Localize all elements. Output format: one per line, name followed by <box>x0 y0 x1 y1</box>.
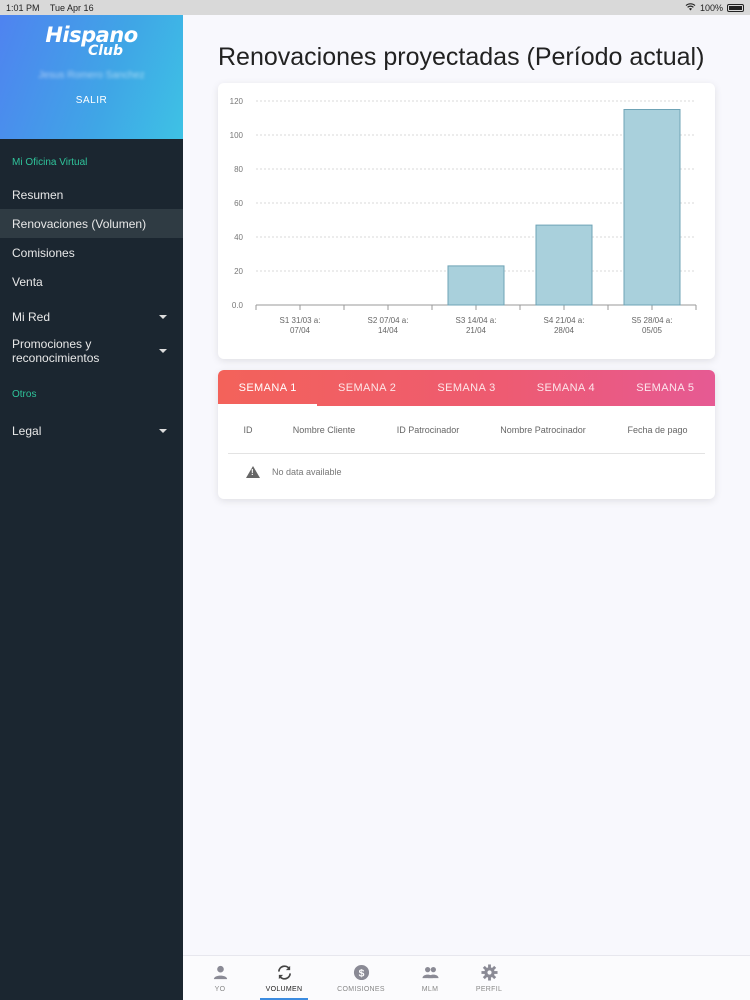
tab-semana-5[interactable]: SEMANA 5 <box>616 370 715 406</box>
page-title: Renovaciones proyectadas (Período actual… <box>218 43 705 71</box>
x-tick-label: 07/04 <box>290 326 311 335</box>
nav-mlm[interactable]: MLM <box>400 956 460 1000</box>
main-content: Renovaciones proyectadas (Período actual… <box>183 15 750 955</box>
status-time: 1:01 PM <box>6 2 40 13</box>
tab-semana-3[interactable]: SEMANA 3 <box>417 370 516 406</box>
nav-label: MLM <box>421 986 439 993</box>
sidebar-item-label: Venta <box>12 274 43 289</box>
section-otros: Otros <box>12 389 37 400</box>
gear-icon <box>480 964 498 981</box>
sidebar-item-venta[interactable]: Venta <box>0 267 183 296</box>
bar <box>623 109 681 306</box>
battery-icon <box>727 3 744 12</box>
column-header-fecha-pago[interactable]: Fecha de pago <box>610 425 705 435</box>
warning-icon <box>246 465 260 478</box>
sidebar-header: Hispano Club Jesus Romero Sanchez SALIR <box>0 15 183 139</box>
nav-label: YO <box>214 986 226 993</box>
nav-label: PERFIL <box>475 986 503 993</box>
battery-percent: 100% <box>699 2 723 13</box>
nav-volumen[interactable]: VOLUMEN <box>254 956 314 1000</box>
x-tick-label: 05/05 <box>642 326 663 335</box>
nav-perfil[interactable]: PERFIL <box>459 956 519 1000</box>
nav-label: COMISIONES <box>337 986 385 993</box>
wifi-icon <box>685 2 696 13</box>
empty-state: No data available <box>218 454 715 489</box>
week-tabs: SEMANA 1 SEMANA 2 SEMANA 3 SEMANA 4 SEMA… <box>218 370 715 406</box>
y-tick-label: 120 <box>230 97 244 106</box>
chevron-down-icon <box>159 428 167 433</box>
sidebar-item-renovaciones[interactable]: Renovaciones (Volumen) <box>0 209 183 238</box>
y-tick-label: 100 <box>230 131 244 140</box>
logo: Hispano Club <box>45 25 138 59</box>
y-tick-label: 0.0 <box>232 301 244 310</box>
logout-button[interactable]: SALIR <box>76 95 107 106</box>
dollar-icon: $ <box>353 964 369 981</box>
svg-text:$: $ <box>358 968 364 979</box>
nav-comisiones[interactable]: $ COMISIONES <box>331 956 391 1000</box>
x-tick-label: S5 28/04 a: <box>632 316 673 325</box>
sidebar-item-mi-red[interactable]: Mi Red <box>0 302 183 331</box>
sidebar-item-legal[interactable]: Legal <box>0 416 183 445</box>
sidebar-item-label: Renovaciones (Volumen) <box>12 216 147 231</box>
tab-semana-4[interactable]: SEMANA 4 <box>516 370 615 406</box>
column-header-id-patrocinador[interactable]: ID Patrocinador <box>380 425 476 435</box>
nav-label: VOLUMEN <box>265 986 303 993</box>
tab-semana-1[interactable]: SEMANA 1 <box>218 370 318 406</box>
y-tick-label: 80 <box>234 165 243 174</box>
x-tick-label: S2 07/04 a: <box>368 316 409 325</box>
chevron-down-icon <box>159 349 167 353</box>
bar-chart: 0.0 20 40 60 80 100 120 S1 31/03 a:07/04 S2 07/0… <box>230 97 697 335</box>
sidebar-item-label: Comisiones <box>12 245 75 260</box>
column-header-id[interactable]: ID <box>228 425 268 435</box>
sidebar-item-label: Mi Red <box>12 309 51 324</box>
empty-message: No data available <box>272 466 342 477</box>
sidebar-item-label: Promociones y reconocimientos <box>12 337 100 365</box>
y-tick-label: 20 <box>234 267 243 276</box>
x-tick-label: S4 21/04 a: <box>544 316 585 325</box>
table-header: ID Nombre Cliente ID Patrocinador Nombre… <box>228 406 705 454</box>
tab-semana-2[interactable]: SEMANA 2 <box>317 370 416 406</box>
x-tick-label: S1 31/03 a: <box>280 316 321 325</box>
bottom-nav: YO VOLUMEN $ COMISIONES MLM PERFIL <box>183 955 750 1000</box>
group-icon <box>421 967 439 979</box>
column-header-nombre-cliente[interactable]: Nombre Cliente <box>268 425 380 435</box>
weeks-card: SEMANA 1 SEMANA 2 SEMANA 3 SEMANA 4 SEMA… <box>218 370 715 499</box>
sidebar-item-label: Resumen <box>12 187 64 202</box>
sidebar-item-label: Legal <box>12 423 42 438</box>
x-tick-label: 28/04 <box>554 326 575 335</box>
refresh-icon <box>277 965 291 980</box>
x-tick-label: 14/04 <box>378 326 399 335</box>
user-name: Jesus Romero Sanchez <box>38 70 145 81</box>
sidebar-item-resumen[interactable]: Resumen <box>0 180 183 209</box>
x-tick-label: S3 14/04 a: <box>456 316 497 325</box>
chevron-down-icon <box>159 314 167 319</box>
sidebar-item-comisiones[interactable]: Comisiones <box>0 238 183 267</box>
chart-card: 0.0 20 40 60 80 100 120 S1 31/03 a: 07/04 S2 07/0… <box>218 83 715 359</box>
x-tick-label: 21/04 <box>466 326 487 335</box>
y-tick-label: 60 <box>234 199 243 208</box>
y-tick-label: 40 <box>234 233 243 242</box>
nav-yo[interactable]: YO <box>190 956 250 1000</box>
column-header-nombre-patrocinador[interactable]: Nombre Patrocinador <box>476 425 610 435</box>
sidebar: Hispano Club Jesus Romero Sanchez SALIR … <box>0 15 183 1000</box>
section-mi-oficina: Mi Oficina Virtual <box>12 157 88 168</box>
bar <box>447 265 505 306</box>
status-date: Tue Apr 16 <box>49 2 94 13</box>
sidebar-item-promociones[interactable]: Promociones y reconocimientos <box>0 331 183 371</box>
bar <box>535 224 593 306</box>
person-icon <box>213 965 227 980</box>
status-bar: 1:01 PM Tue Apr 16 100% <box>0 0 750 15</box>
